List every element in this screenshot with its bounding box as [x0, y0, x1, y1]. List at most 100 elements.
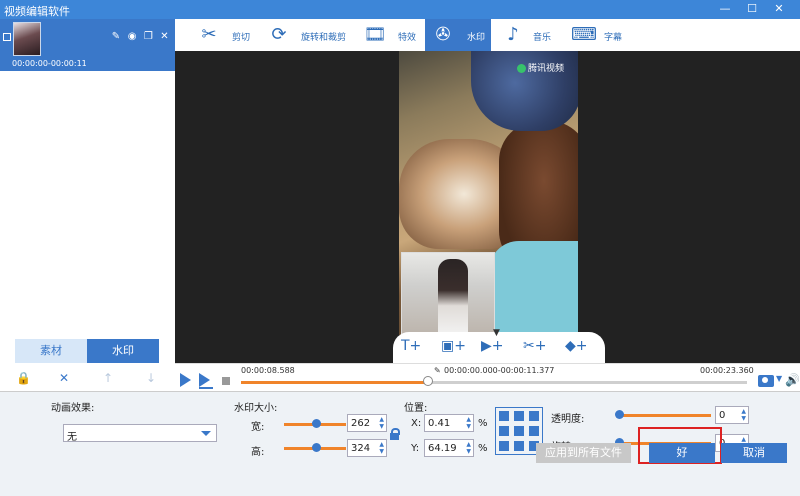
- close-button[interactable]: ✕: [772, 2, 786, 16]
- clip-time-range: 00:00:00-00:00:11: [12, 59, 87, 68]
- pos-bottom-center[interactable]: [514, 441, 524, 451]
- y-value: 64.19: [428, 443, 457, 454]
- video-logo: 腾讯视频: [517, 61, 564, 74]
- height-input[interactable]: 324 ▲ ▼: [347, 439, 387, 457]
- chevron-down-icon[interactable]: ▼: [493, 328, 500, 338]
- x-label: X:: [411, 418, 422, 429]
- height-value: 324: [351, 443, 371, 454]
- stop-icon[interactable]: [222, 377, 230, 385]
- sidebar: ✎ ◉ ❐ ✕ 00:00:00-00:00:11 素材 水印 🔒 ✕ ↑ ↓: [0, 19, 175, 391]
- y-percent: %: [478, 443, 488, 454]
- film-effects-icon: 🎞: [363, 24, 387, 45]
- width-input[interactable]: 262 ▲ ▼: [347, 414, 387, 432]
- tab-cut[interactable]: ✂ 剪切: [195, 19, 257, 51]
- apply-all-button[interactable]: 应用到所有文件: [536, 443, 631, 463]
- timeline-track[interactable]: [241, 381, 747, 384]
- video-preview: 腾讯视频 ▼ T+ ▣+ ▶+ ✂+ ◆+: [175, 51, 800, 363]
- edit-range-icon: ✎: [434, 366, 441, 375]
- height-spinner-icon[interactable]: ▲ ▼: [379, 441, 384, 455]
- height-label: 高:: [251, 447, 265, 458]
- pos-middle-left[interactable]: [499, 426, 509, 436]
- move-down-icon[interactable]: ↓: [146, 371, 156, 385]
- tab-material[interactable]: 素材: [15, 339, 87, 363]
- animation-label: 动画效果:: [51, 403, 95, 414]
- volume-icon[interactable]: 🔊: [785, 373, 800, 387]
- tab-subtitle-label: 字幕: [604, 33, 623, 43]
- delete-icon[interactable]: ✕: [59, 371, 69, 385]
- close-icon[interactable]: ✕: [158, 31, 171, 42]
- play-icon[interactable]: [180, 373, 191, 387]
- play-segment-underline: [199, 387, 213, 389]
- add-effect-icon[interactable]: ✂+: [523, 338, 546, 354]
- x-input[interactable]: 0.41 ▲ ▼: [424, 414, 474, 432]
- pos-top-center[interactable]: [514, 411, 524, 421]
- add-video-icon[interactable]: ▶+: [481, 338, 504, 354]
- sidebar-tabs: 素材 水印: [15, 339, 159, 363]
- opacity-slider-handle[interactable]: [615, 410, 624, 419]
- opacity-spinner-icon[interactable]: ▲ ▼: [741, 408, 746, 422]
- opacity-value: 0: [719, 410, 726, 421]
- edit-toolbar: ✂ 剪切 ⟳ 旋转和裁剪 🎞 特效 ✇ 水印 ♪ 音乐 ⌨ 字幕: [175, 19, 800, 51]
- tab-effects[interactable]: 🎞 特效: [361, 19, 419, 51]
- tab-rotate-crop[interactable]: ⟳ 旋转和裁剪: [265, 19, 355, 51]
- cancel-button[interactable]: 取消: [721, 443, 787, 463]
- tab-watermark[interactable]: 水印: [87, 339, 159, 363]
- tab-music-label: 音乐: [533, 33, 552, 43]
- move-up-icon[interactable]: ↑: [103, 371, 113, 385]
- tab-cut-label: 剪切: [232, 33, 251, 43]
- maximize-button[interactable]: ☐: [745, 2, 759, 16]
- clip-item[interactable]: ✎ ◉ ❐ ✕ 00:00:00-00:00:11: [0, 19, 175, 71]
- aspect-lock-icon[interactable]: [390, 428, 400, 440]
- tab-subtitle[interactable]: ⌨ 字幕: [569, 19, 629, 51]
- overlay-person: [438, 259, 468, 334]
- scissors-icon: ✂: [201, 24, 217, 45]
- y-input[interactable]: 64.19 ▲ ▼: [424, 439, 474, 457]
- play-segment-icon[interactable]: [199, 373, 210, 387]
- video-shirt: [489, 241, 578, 335]
- lock-icon[interactable]: 🔒: [16, 371, 31, 385]
- x-spinner-icon[interactable]: ▲ ▼: [466, 416, 471, 430]
- height-slider-handle[interactable]: [312, 443, 322, 452]
- clip-thumbnail[interactable]: [13, 22, 41, 56]
- width-spinner-icon[interactable]: ▲ ▼: [379, 416, 384, 430]
- video-logo-text: 腾讯视频: [528, 64, 565, 74]
- opacity-slider[interactable]: [618, 414, 711, 417]
- add-mosaic-icon[interactable]: ◆+: [565, 338, 588, 354]
- camera-dropdown-icon[interactable]: ▼: [776, 374, 782, 383]
- pos-middle-right[interactable]: [529, 426, 539, 436]
- x-value: 0.41: [428, 418, 451, 429]
- add-text-icon[interactable]: T+: [401, 338, 421, 354]
- crop-icon: ⟳: [271, 24, 287, 45]
- opacity-input[interactable]: 0 ▲ ▼: [715, 406, 749, 424]
- width-value: 262: [351, 418, 371, 429]
- camera-icon[interactable]: [758, 375, 774, 387]
- pos-center[interactable]: [514, 426, 524, 436]
- pos-top-left[interactable]: [499, 411, 509, 421]
- x-percent: %: [478, 418, 488, 429]
- video-frame[interactable]: 腾讯视频: [399, 51, 578, 335]
- width-slider-handle[interactable]: [312, 419, 322, 428]
- y-spinner-icon[interactable]: ▲ ▼: [466, 441, 471, 455]
- add-image-icon[interactable]: ▣+: [441, 338, 466, 354]
- edit-icon[interactable]: ✎: [109, 31, 122, 42]
- watermark-overlay[interactable]: [401, 252, 495, 335]
- pos-bottom-left[interactable]: [499, 441, 509, 451]
- opacity-label: 透明度:: [551, 414, 585, 425]
- eye-icon[interactable]: ◉: [126, 31, 139, 42]
- timeline-progress: [241, 381, 429, 384]
- tab-music[interactable]: ♪ 音乐: [501, 19, 557, 51]
- tab-watermark-tool[interactable]: ✇ 水印: [425, 19, 491, 51]
- position-grid[interactable]: [495, 407, 543, 455]
- minimize-button[interactable]: —: [718, 2, 732, 16]
- clip-actions: ✎ ◉ ❐ ✕: [109, 31, 171, 42]
- copy-icon[interactable]: ❐: [142, 31, 155, 42]
- timeline-handle[interactable]: [423, 376, 434, 386]
- ok-button[interactable]: 好: [649, 443, 715, 463]
- music-note-icon: ♪: [507, 24, 519, 45]
- animation-select[interactable]: 无: [63, 424, 217, 443]
- watermark-add-tray: ▼ T+ ▣+ ▶+ ✂+ ◆+: [393, 328, 605, 363]
- dropdown-arrow-icon: [201, 431, 211, 436]
- sidebar-tools: 🔒 ✕ ↑ ↓: [0, 367, 175, 391]
- pos-top-right[interactable]: [529, 411, 539, 421]
- current-time: 00:00:08.588: [241, 366, 295, 375]
